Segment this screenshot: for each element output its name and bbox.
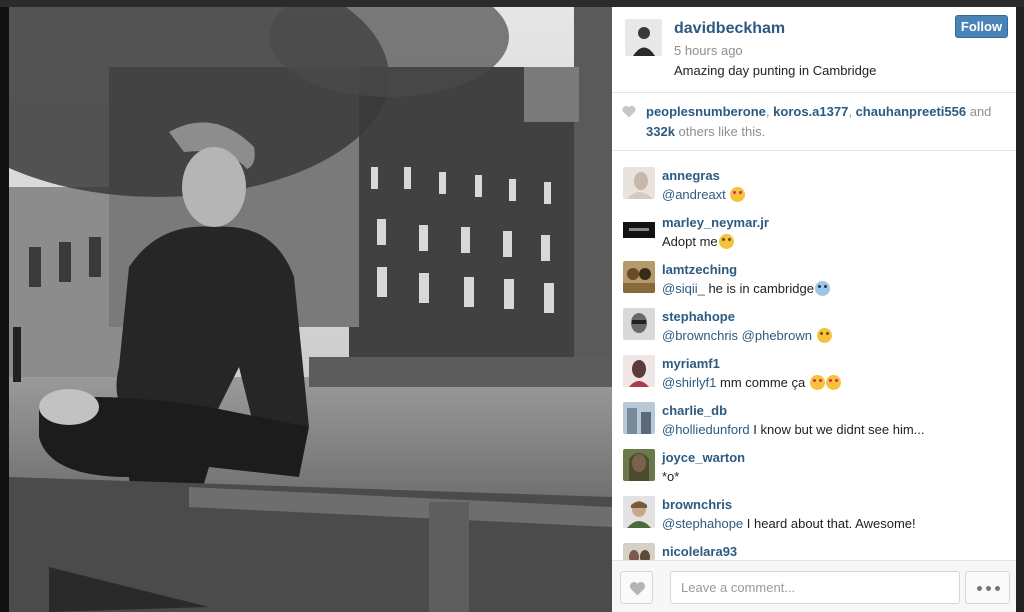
comment-bar xyxy=(612,560,1016,612)
comment-body: he is in cambridge xyxy=(704,281,814,296)
comment-mention[interactable]: @shirlyf1 xyxy=(662,375,716,390)
comment-mention[interactable]: @holliedunford xyxy=(662,422,750,437)
heart-eyes-emoji xyxy=(730,187,746,202)
comment-item: myriamf1 @shirlyf1 mm comme ça xyxy=(612,348,1016,395)
commenter-username[interactable]: marley_neymar.jr xyxy=(662,215,769,230)
comment-item: charlie_db @holliedunford I know but we … xyxy=(612,395,1016,442)
post-timestamp: 5 hours ago xyxy=(674,43,743,58)
comment-text: @andreaxt xyxy=(662,187,746,202)
more-dot-icon xyxy=(977,586,982,591)
comment-item: lamtzeching @siqii_ he is in cambridge xyxy=(612,254,1016,301)
commenter-username[interactable]: joyce_warton xyxy=(662,450,745,465)
commenter-avatar[interactable] xyxy=(623,402,655,434)
window-right-edge xyxy=(1016,7,1024,612)
likes-text: peoplesnumberone, koros.a1377, chauhanpr… xyxy=(646,104,992,139)
commenter-avatar[interactable] xyxy=(623,308,655,340)
more-dot-icon xyxy=(995,586,1000,591)
likes-count[interactable]: 332k xyxy=(646,124,675,139)
comment-item: annegras @andreaxt xyxy=(612,160,1016,207)
comment-item: stephahope @brownchris @phebrown xyxy=(612,301,1016,348)
comment-body: I know but we didnt see him... xyxy=(749,422,925,437)
commenter-username[interactable]: brownchris xyxy=(662,497,732,512)
comment-mention[interactable]: @stephahope xyxy=(662,516,743,531)
heart-icon xyxy=(622,105,636,118)
comment-body: I heard about that. Awesome! xyxy=(743,516,916,531)
liker-link[interactable]: peoplesnumberone xyxy=(646,104,766,119)
follow-button[interactable]: Follow xyxy=(955,15,1008,38)
heart-icon xyxy=(629,582,646,596)
commenter-username[interactable]: stephahope xyxy=(662,309,735,324)
post-caption: Amazing day punting in Cambridge xyxy=(674,63,877,78)
comment-text: *o* xyxy=(662,469,679,484)
more-options-button[interactable] xyxy=(965,571,1010,604)
commenter-avatar[interactable] xyxy=(623,449,655,481)
commenter-username[interactable]: lamtzeching xyxy=(662,262,737,277)
commenter-avatar[interactable] xyxy=(623,261,655,293)
comments-list[interactable]: annegras @andreaxt marley_neymar.jr Adop… xyxy=(612,152,1016,560)
comment-mention[interactable]: @andreaxt xyxy=(662,187,726,202)
comment-body: mm comme ça xyxy=(716,375,806,390)
likes-and: and xyxy=(966,104,992,119)
heart-eyes-emoji xyxy=(809,375,825,390)
author-avatar[interactable] xyxy=(625,19,662,56)
comment-item: joyce_warton *o* xyxy=(612,442,1016,489)
window-left-edge xyxy=(0,7,9,612)
comment-item: nicolelara93 xyxy=(612,536,1016,560)
liker-link[interactable]: koros.a1377 xyxy=(773,104,848,119)
liker-link[interactable]: chauhanpreeti556 xyxy=(856,104,967,119)
commenter-username[interactable]: nicolelara93 xyxy=(662,544,737,559)
commenter-avatar[interactable] xyxy=(623,543,655,560)
comment-item: brownchris @stephahope I heard about tha… xyxy=(612,489,1016,536)
author-username[interactable]: davidbeckham xyxy=(674,20,785,38)
comment-input[interactable] xyxy=(670,571,960,604)
post-side-panel: davidbeckham 5 hours ago Amazing day pun… xyxy=(612,7,1016,612)
likes-suffix: others like this. xyxy=(674,124,766,139)
comment-body: *o* xyxy=(662,469,680,484)
commenter-username[interactable]: annegras xyxy=(662,168,720,183)
heart-eyes-emoji xyxy=(825,375,841,390)
pleading-emoji xyxy=(718,234,734,249)
commenter-username[interactable]: myriamf1 xyxy=(662,356,720,371)
comment-text: @brownchris @phebrown xyxy=(662,328,832,343)
scream-emoji xyxy=(814,281,830,296)
comment-body: Adopt me xyxy=(662,234,718,249)
commenter-avatar[interactable] xyxy=(623,214,655,246)
commenter-avatar[interactable] xyxy=(623,496,655,528)
post-photo xyxy=(9,7,612,612)
comment-text: @siqii_ he is in cambridge xyxy=(662,281,830,296)
comment-mention[interactable]: @brownchris @phebrown xyxy=(662,328,812,343)
comment-text: @stephahope I heard about that. Awesome! xyxy=(662,516,916,531)
commenter-avatar[interactable] xyxy=(623,167,655,199)
comment-text: @shirlyf1 mm comme ça xyxy=(662,375,841,390)
comment-mention[interactable]: @siqii_ xyxy=(662,281,705,296)
more-dot-icon xyxy=(986,586,991,591)
commenter-avatar[interactable] xyxy=(623,355,655,387)
commenter-username[interactable]: charlie_db xyxy=(662,403,727,418)
post-header: davidbeckham 5 hours ago Amazing day pun… xyxy=(612,7,1016,93)
like-button[interactable] xyxy=(620,571,653,604)
comment-text: Adopt me xyxy=(662,234,734,249)
comment-text: @holliedunford I know but we didnt see h… xyxy=(662,422,925,437)
window-top-bar xyxy=(0,0,1024,7)
smile-emoji xyxy=(816,328,832,343)
likes-section: peoplesnumberone, koros.a1377, chauhanpr… xyxy=(612,93,1016,151)
comment-item: marley_neymar.jr Adopt me xyxy=(612,207,1016,254)
